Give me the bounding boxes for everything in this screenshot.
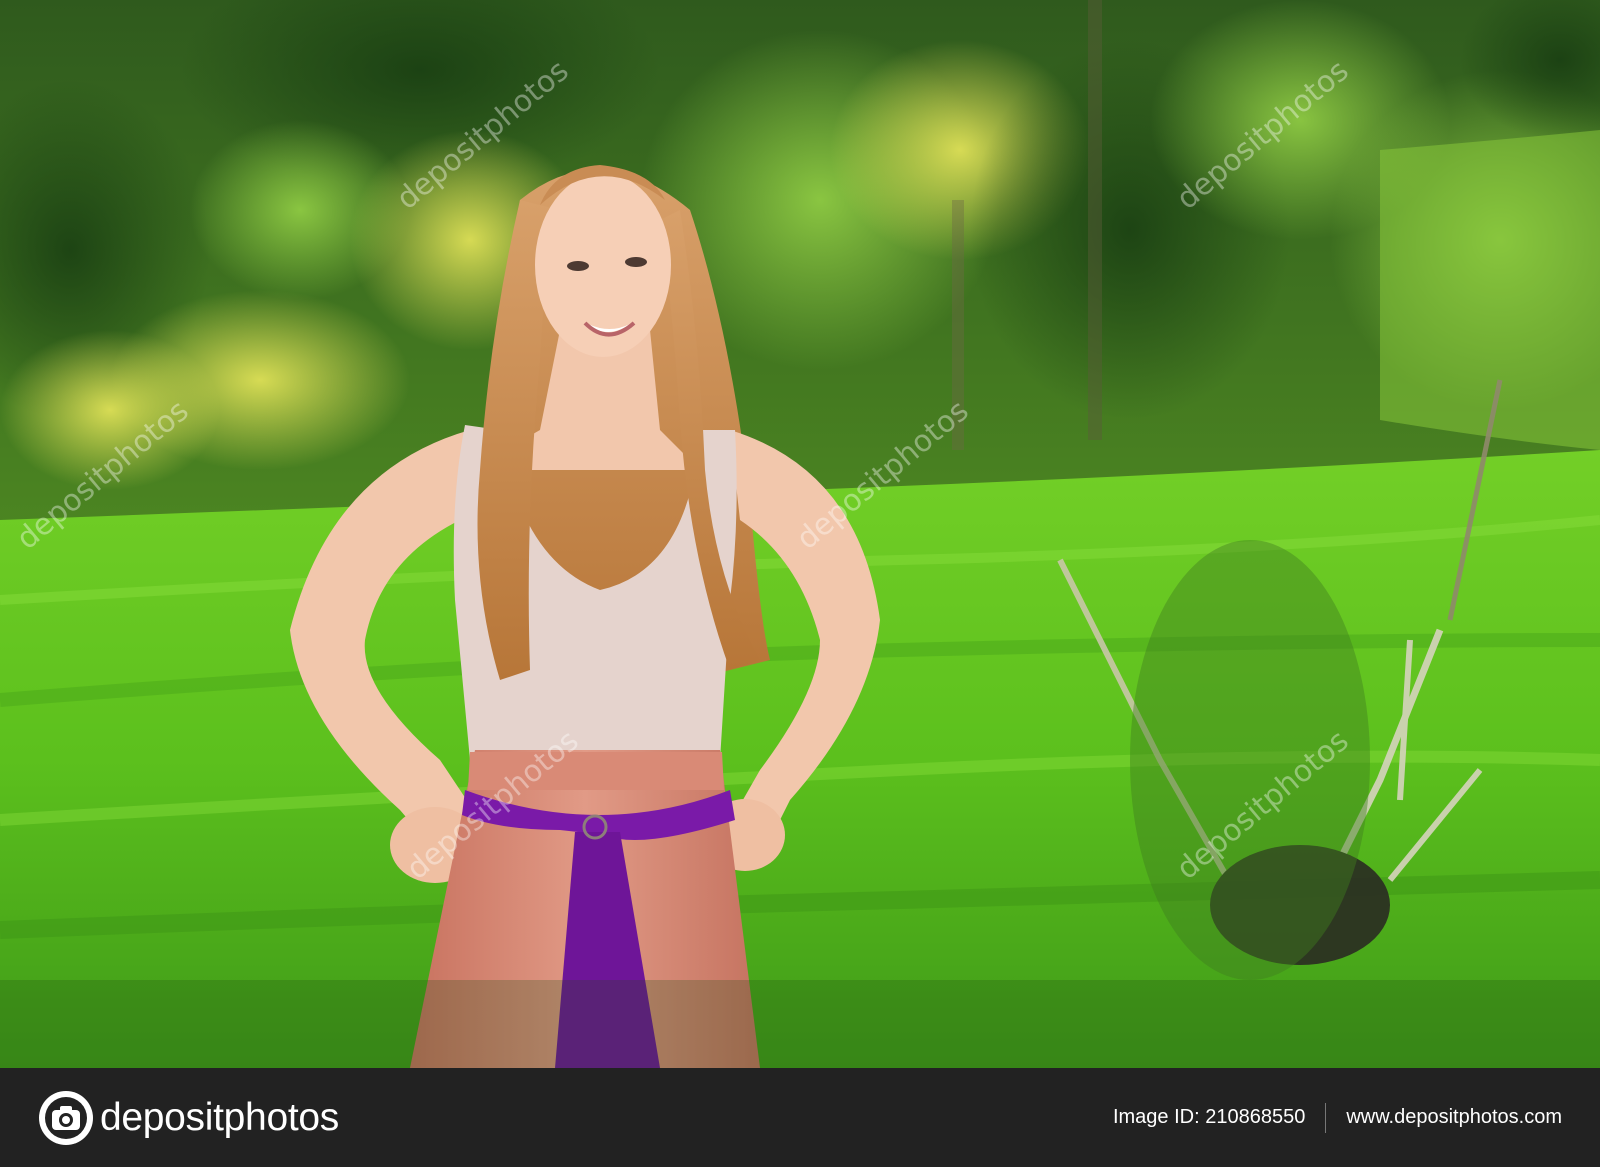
footer-bar: depositphotos Image ID: 210868550 www.de… <box>0 1068 1600 1167</box>
footer-divider <box>1325 1102 1327 1133</box>
image-id: Image ID: 210868550 <box>1112 1106 1306 1128</box>
stock-photo: depositphotos depositphotos depositphoto… <box>0 0 1600 1068</box>
website-link[interactable]: www.depositphotos.com <box>1346 1106 1562 1129</box>
photo-scene <box>0 0 1600 1068</box>
footer-meta: Image ID: 210868550 www.depositphotos.co… <box>1112 1102 1562 1133</box>
brand-logo[interactable]: depositphotos <box>38 1090 339 1146</box>
camera-logo-icon <box>39 1090 93 1145</box>
brand-name: depositphotos <box>100 1095 339 1139</box>
